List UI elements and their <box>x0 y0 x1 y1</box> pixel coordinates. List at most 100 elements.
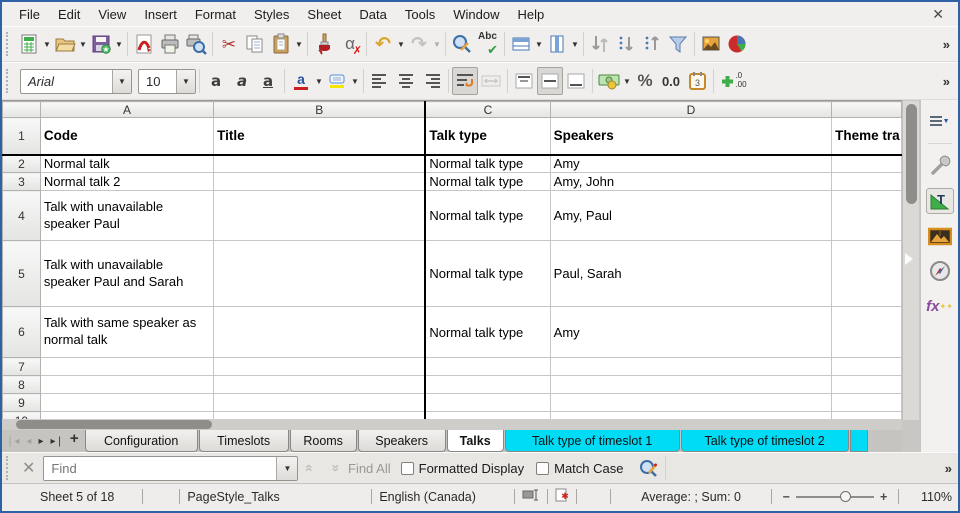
close-find-bar-icon[interactable]: ✕ <box>22 458 35 478</box>
undo-icon[interactable]: ↶ <box>370 30 396 58</box>
row-header[interactable]: 6 <box>3 307 41 358</box>
bold-icon[interactable]: a <box>203 67 229 95</box>
font-name-combo[interactable]: Arial▼ <box>20 69 132 94</box>
cell-c5[interactable]: Normal talk type <box>425 241 550 307</box>
find-previous-icon[interactable]: « <box>302 464 318 472</box>
cell-b5[interactable] <box>214 241 426 307</box>
cell-c1[interactable]: Talk type <box>425 118 550 155</box>
cell-d3[interactable]: Amy, John <box>550 173 831 191</box>
cell-e3[interactable] <box>832 173 902 191</box>
toolbar-overflow-icon[interactable]: » <box>943 74 950 89</box>
styles-icon[interactable]: T <box>926 188 954 214</box>
copy-icon[interactable] <box>242 30 268 58</box>
cell-e7[interactable] <box>832 358 902 376</box>
cell-b4[interactable] <box>214 191 426 241</box>
first-sheet-icon[interactable]: ❘◂ <box>6 436 19 447</box>
clone-formatting-icon[interactable] <box>311 30 337 58</box>
find-history-dropdown-icon[interactable]: ▼ <box>276 457 297 480</box>
align-right-icon[interactable] <box>419 67 445 95</box>
sheet-tab-rooms[interactable]: Rooms <box>290 430 357 452</box>
menu-window[interactable]: Window <box>444 4 508 25</box>
find-input[interactable] <box>44 457 276 480</box>
menu-styles[interactable]: Styles <box>245 4 298 25</box>
undo-dropdown-icon[interactable]: ▼ <box>396 30 406 58</box>
cell-d1[interactable]: Speakers <box>550 118 831 155</box>
sheet-position[interactable]: Sheet 5 of 18 <box>8 490 135 504</box>
match-case-checkbox[interactable]: Match Case <box>536 461 623 476</box>
row-header[interactable]: 2 <box>3 155 41 173</box>
selection-statistics[interactable]: Average: ; Sum: 0 <box>618 490 763 504</box>
currency-dropdown-icon[interactable]: ▼ <box>622 67 632 95</box>
sheet-tab-talk-type-of-timeslot-1[interactable]: Talk type of timeslot 1 <box>505 430 680 452</box>
cell-a9[interactable] <box>40 394 213 412</box>
wrap-text-icon[interactable] <box>452 67 478 95</box>
font-size-dropdown-icon[interactable]: ▼ <box>176 70 195 93</box>
cell-c3[interactable]: Normal talk type <box>425 173 550 191</box>
sidebar-collapse-handle[interactable] <box>905 253 913 265</box>
sheet-tab-configuration[interactable]: Configuration <box>85 430 198 452</box>
cell-e9[interactable] <box>832 394 902 412</box>
row-header[interactable]: 10 <box>3 412 41 420</box>
menu-format[interactable]: Format <box>186 4 245 25</box>
add-sheet-icon[interactable]: + <box>70 430 79 452</box>
menu-tools[interactable]: Tools <box>396 4 444 25</box>
paste-dropdown-icon[interactable]: ▼ <box>294 30 304 58</box>
cell-b1[interactable]: Title <box>214 118 426 155</box>
column-dropdown-icon[interactable]: ▼ <box>570 30 580 58</box>
column-header-a[interactable]: A <box>40 102 213 118</box>
cell-a6[interactable]: Talk with same speaker as normal talk <box>40 307 213 358</box>
zoom-out-icon[interactable]: − <box>783 490 790 504</box>
horizontal-scrollbar[interactable] <box>2 419 902 430</box>
cell-e1[interactable]: Theme tra <box>832 118 902 155</box>
cell-b8[interactable] <box>214 376 426 394</box>
vertical-scrollbar-thumb[interactable] <box>906 104 917 204</box>
cell-c6[interactable]: Normal talk type <box>425 307 550 358</box>
redo-dropdown-icon[interactable]: ▼ <box>432 30 442 58</box>
column-icon[interactable] <box>544 30 570 58</box>
properties-icon[interactable] <box>926 153 954 179</box>
find-all-button[interactable]: Find All <box>348 461 391 476</box>
row-header[interactable]: 7 <box>3 358 41 376</box>
add-decimal-place-icon[interactable]: .0.00 <box>717 67 751 95</box>
previous-sheet-icon[interactable]: ◂ <box>26 436 31 447</box>
align-top-icon[interactable] <box>511 67 537 95</box>
cut-icon[interactable]: ✂ <box>216 30 242 58</box>
cell-b3[interactable] <box>214 173 426 191</box>
toolbar-grip[interactable] <box>6 32 12 56</box>
save-dropdown-icon[interactable]: ▼ <box>114 30 124 58</box>
functions-icon[interactable]: fx✦✦ <box>926 293 954 319</box>
row-icon[interactable] <box>508 30 534 58</box>
menu-insert[interactable]: Insert <box>135 4 186 25</box>
redo-icon[interactable]: ↷ <box>406 30 432 58</box>
cell-e6[interactable] <box>832 307 902 358</box>
cell-b9[interactable] <box>214 394 426 412</box>
row-dropdown-icon[interactable]: ▼ <box>534 30 544 58</box>
sort-descending-icon[interactable] <box>613 30 639 58</box>
insert-mode-icon[interactable] <box>522 489 540 504</box>
menu-sheet[interactable]: Sheet <box>298 4 350 25</box>
export-pdf-icon[interactable] <box>131 30 157 58</box>
insert-chart-icon[interactable] <box>724 30 750 58</box>
checkbox-icon[interactable] <box>536 462 549 475</box>
date-format-icon[interactable]: 3 <box>684 67 710 95</box>
row-header[interactable]: 3 <box>3 173 41 191</box>
toolbar-overflow-icon[interactable]: » <box>943 37 950 52</box>
open-icon[interactable] <box>52 30 78 58</box>
cell-b2[interactable] <box>214 155 426 173</box>
print-icon[interactable] <box>157 30 183 58</box>
cell-b10[interactable] <box>214 412 426 420</box>
number-format-icon[interactable]: 0.0 <box>658 67 684 95</box>
grid-corner[interactable] <box>3 102 41 118</box>
align-center-icon[interactable] <box>393 67 419 95</box>
cell-e2[interactable] <box>832 155 902 173</box>
toolbar-grip[interactable] <box>6 69 12 93</box>
cell-d9[interactable] <box>550 394 831 412</box>
highlight-color-icon[interactable] <box>324 67 350 95</box>
autofilter-icon[interactable] <box>665 30 691 58</box>
print-preview-icon[interactable] <box>183 30 209 58</box>
cell-b7[interactable] <box>214 358 426 376</box>
paste-icon[interactable] <box>268 30 294 58</box>
sidebar-settings-icon[interactable]: ▼ <box>926 108 954 134</box>
cell-a1[interactable]: Code <box>40 118 213 155</box>
cell-c8[interactable] <box>425 376 550 394</box>
